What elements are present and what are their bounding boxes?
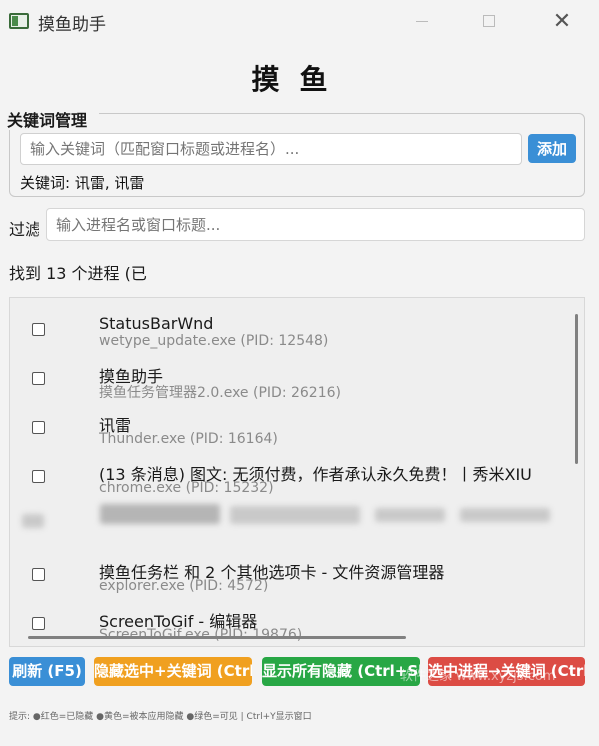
list-item[interactable]: StatusBarWnd wetype_update.exe (PID: 125… [10,298,570,349]
filter-label: 过滤: [9,220,39,239]
blurred-content [10,494,570,543]
close-icon: ✕ [552,8,572,34]
process-count: 找到 13 个进程 (已 [9,264,147,283]
close-button[interactable]: ✕ [540,6,584,36]
page-title: 摸鱼 [251,63,348,96]
list-item[interactable]: ScreenToGif - 编辑器 ScreenToGif.exe (PID: … [10,592,570,643]
add-keyword-button[interactable]: 添加 [528,134,576,163]
list-item-blurred[interactable] [10,494,570,543]
row-checkbox[interactable] [32,372,45,385]
window-title: 摸鱼助手 [38,15,106,35]
hint-text: 提示: ●红色=已隐藏 ●黄色=被本应用隐藏 ●绿色=可见 | Ctrl+Y显示… [9,712,312,722]
list-item[interactable]: (13 条消息) 图文: 无须付费，作者承认永久免费！丨秀米XIU chrome… [10,445,570,496]
keyword-input[interactable] [20,133,522,165]
row-subtitle: ScreenToGif.exe (PID: 19876) [99,627,303,643]
row-title: StatusBarWnd [99,314,214,333]
minimize-button[interactable] [400,6,444,36]
vertical-scrollbar[interactable] [575,314,578,464]
row-checkbox[interactable] [32,617,45,630]
refresh-label: 刷新 (F5) [12,662,82,680]
list-item[interactable]: 讯雷 Thunder.exe (PID: 16164) [10,396,570,447]
show-hidden-button[interactable]: 显示所有隐藏 (Ctrl+Shift+H) [262,657,420,686]
hide-selected-label: 隐藏选中+关键词 (Ctrl+H) [94,662,252,680]
list-item[interactable]: 摸鱼助手 摸鱼任务管理器2.0.exe (PID: 26216) [10,347,570,401]
row-checkbox[interactable] [32,421,45,434]
process-to-keyword-button[interactable]: 选中进程→关键词 (Ctrl+K) [428,657,585,686]
maximize-icon [483,15,495,27]
list-item[interactable]: 摸鱼任务栏 和 2 个其他选项卡 - 文件资源管理器 explorer.exe … [10,543,570,594]
app-icon [9,13,29,29]
minimize-icon [416,20,428,22]
horizontal-scrollbar[interactable] [28,636,406,639]
row-checkbox[interactable] [32,323,45,336]
keyword-group: 关键词管理 添加 关键词: 讯雷, 讯雷 [7,112,585,197]
title-bar: 摸鱼助手 ✕ [0,0,599,42]
keyword-list-text: 关键词: 讯雷, 讯雷 [20,174,145,192]
filter-input[interactable] [46,208,585,241]
row-checkbox[interactable] [32,470,45,483]
refresh-button[interactable]: 刷新 (F5) [9,657,85,686]
keyword-group-label: 关键词管理 [7,112,99,130]
hide-selected-button[interactable]: 隐藏选中+关键词 (Ctrl+H) [94,657,252,686]
maximize-button[interactable] [467,6,511,36]
process-to-keyword-label: 选中进程→关键词 (Ctrl+K) [428,662,585,680]
show-hidden-label: 显示所有隐藏 (Ctrl+Shift+H) [262,662,420,680]
row-checkbox[interactable] [32,568,45,581]
process-list[interactable]: StatusBarWnd wetype_update.exe (PID: 125… [9,297,585,647]
